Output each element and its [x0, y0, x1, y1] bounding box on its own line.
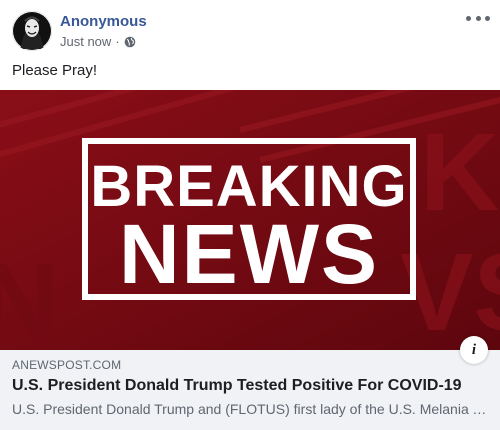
link-title[interactable]: U.S. President Donald Trump Tested Posit… — [12, 377, 488, 395]
anonymous-mask-icon — [12, 11, 52, 51]
link-domain: ANEWSPOST.COM — [12, 358, 122, 372]
more-dot — [475, 15, 481, 21]
globe-icon[interactable] — [124, 36, 136, 48]
post-header: Anonymous Just now · — [0, 0, 500, 56]
more-dot — [466, 15, 471, 21]
facebook-post: Anonymous Just now · Please Pray! K V N … — [0, 0, 500, 430]
post-text: Please Pray! — [12, 62, 98, 79]
link-preview-info[interactable]: ANEWSPOST.COM U.S. President Donald Trum… — [0, 350, 500, 430]
svg-text:KI: KI — [420, 111, 500, 234]
link-description: U.S. President Donald Trump and (FLOTUS)… — [12, 401, 488, 417]
post-meta: Just now · — [60, 34, 136, 49]
more-dot — [485, 15, 490, 21]
link-preview-image[interactable]: KI VS N BREAKING NEWS — [0, 90, 500, 350]
meta-separator: · — [115, 34, 120, 49]
avatar[interactable] — [12, 11, 52, 51]
breaking-news-frame: BREAKING NEWS — [82, 138, 416, 300]
svg-text:N: N — [0, 241, 59, 350]
news-text: NEWS — [119, 207, 379, 301]
info-icon[interactable]: i — [460, 336, 488, 364]
timestamp[interactable]: Just now — [60, 34, 111, 49]
more-options-icon[interactable] — [466, 10, 490, 26]
author-name[interactable]: Anonymous — [60, 13, 147, 30]
